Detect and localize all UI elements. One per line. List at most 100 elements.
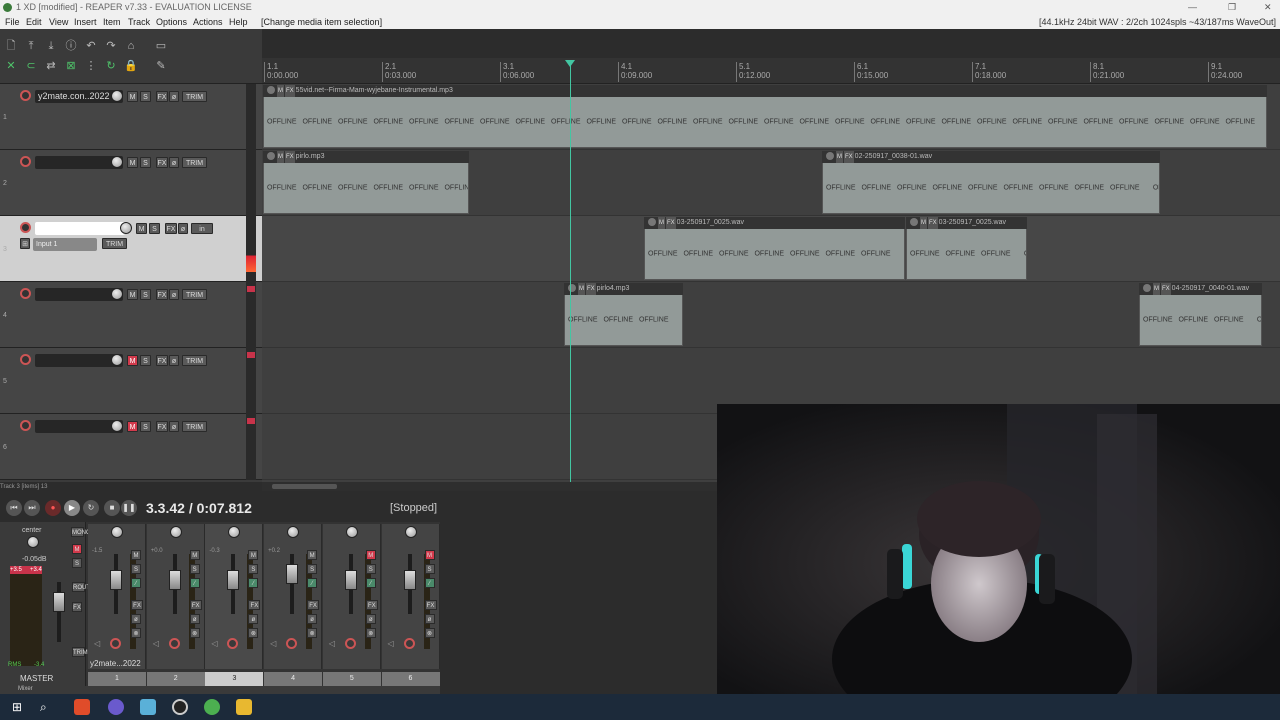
search-icon[interactable]: ⌕	[40, 699, 56, 715]
phase-button[interactable]: ø	[131, 614, 141, 624]
media-item-header[interactable]: M FX 03-250917_0025.wav	[644, 217, 905, 229]
volume-fader[interactable]	[286, 564, 299, 584]
volume-knob[interactable]	[111, 156, 123, 168]
solo-button[interactable]: S	[149, 223, 160, 234]
media-item[interactable]: M FX 03-250917_0025.wav OFFLINE OFFLINE OFFLI…	[644, 217, 905, 280]
trim-button[interactable]: TRIM	[182, 91, 207, 102]
open-project-icon[interactable]: ⤒	[24, 39, 38, 53]
strip-number[interactable]: 1	[88, 672, 146, 686]
record-arm-button[interactable]	[168, 638, 180, 649]
mute-button[interactable]: M	[189, 550, 200, 560]
item-fx-icon[interactable]: FX	[586, 283, 596, 295]
item-mute-icon[interactable]: M	[277, 85, 284, 97]
pause-button[interactable]: ❚❚	[121, 500, 137, 516]
input-monitor-button[interactable]: in	[191, 223, 213, 234]
fx-button[interactable]: FX	[248, 600, 261, 610]
track-name-field[interactable]	[35, 222, 125, 235]
trim-button[interactable]: TRIM	[182, 157, 207, 168]
mute-button[interactable]: M	[136, 223, 147, 234]
volume-knob[interactable]	[111, 354, 123, 366]
fx-button[interactable]: FX	[156, 157, 168, 168]
snap-grid-icon[interactable]: ⋮	[84, 59, 98, 73]
solo-button[interactable]: S	[140, 91, 151, 102]
menu-edit[interactable]: Edit	[26, 15, 42, 29]
media-item-header[interactable]: M FX 02-250917_0038-01.wav	[822, 151, 1160, 163]
master-route-button[interactable]: ROUTE	[72, 582, 94, 592]
strip-number[interactable]: 5	[322, 672, 381, 686]
solo-button[interactable]: S	[140, 421, 151, 432]
item-mute-icon[interactable]: M	[836, 151, 843, 163]
record-arm-button[interactable]	[344, 638, 356, 649]
fx-button[interactable]: FX	[165, 223, 177, 234]
item-mute-icon[interactable]: M	[277, 151, 284, 163]
fx-bypass-button[interactable]: ⊗	[248, 628, 259, 638]
volume-knob[interactable]	[120, 222, 132, 234]
pan-knob[interactable]	[111, 526, 123, 538]
fx-button[interactable]: FX	[156, 289, 168, 300]
item-lock-icon[interactable]	[267, 86, 275, 95]
master-fader[interactable]	[53, 592, 65, 612]
solo-button[interactable]: S	[140, 355, 151, 366]
mute-button[interactable]: M	[424, 550, 435, 560]
record-arm-button[interactable]	[227, 638, 239, 649]
route-button[interactable]: ⁄	[248, 578, 259, 588]
item-fx-icon[interactable]: FX	[285, 85, 295, 97]
volume-knob[interactable]	[111, 420, 123, 432]
windows-start-icon[interactable]: ⊞	[12, 699, 28, 715]
volume-fader[interactable]	[168, 570, 181, 590]
trim-button[interactable]: TRIM	[182, 421, 207, 432]
record-arm-button[interactable]	[286, 638, 298, 649]
record-arm-button[interactable]	[20, 156, 31, 167]
mute-button[interactable]: M	[248, 550, 259, 560]
phase-button[interactable]: ø	[307, 614, 318, 624]
project-settings-icon[interactable]: ⓘ	[64, 39, 78, 53]
item-mute-icon[interactable]: M	[658, 217, 665, 229]
volume-fader[interactable]	[227, 570, 240, 590]
item-fx-icon[interactable]: FX	[844, 151, 854, 163]
loop-icon[interactable]: ↻	[104, 59, 118, 73]
record-arm-button[interactable]	[20, 354, 31, 365]
menu-help[interactable]: Help	[229, 15, 248, 29]
record-arm-button[interactable]	[20, 420, 31, 431]
speaker-icon[interactable]: ◁	[270, 639, 276, 648]
route-button[interactable]: ⁄	[131, 578, 141, 588]
menu-insert[interactable]: Insert	[74, 15, 97, 29]
save-project-icon[interactable]: ⤓	[44, 39, 58, 53]
solo-button[interactable]: S	[365, 564, 376, 574]
solo-button[interactable]: S	[131, 564, 141, 574]
ripple-edit-icon[interactable]: ✕	[4, 59, 18, 73]
route-button[interactable]: ⁄	[424, 578, 435, 588]
record-arm-button[interactable]	[20, 288, 31, 299]
item-lock-icon[interactable]	[648, 218, 656, 227]
pan-knob[interactable]	[287, 526, 300, 538]
reaper-taskbar-icon[interactable]	[172, 699, 188, 715]
trim-tool-icon[interactable]: ✎	[154, 59, 168, 73]
record-arm-button[interactable]	[20, 90, 31, 101]
mute-button[interactable]: M	[127, 91, 138, 102]
play-button[interactable]: ▶	[64, 500, 80, 516]
close-icon[interactable]: ✕	[1264, 0, 1272, 15]
master-fx-button[interactable]: FX	[72, 602, 82, 612]
solo-button[interactable]: S	[424, 564, 435, 574]
brave-browser-icon[interactable]	[74, 699, 90, 715]
track-name-field[interactable]: y2mate.con..2022	[35, 90, 123, 103]
repeat-button[interactable]: ↻	[83, 500, 99, 516]
track-name-field[interactable]	[35, 156, 123, 169]
item-fx-icon[interactable]: FX	[928, 217, 938, 229]
fx-button[interactable]: FX	[365, 600, 378, 610]
phase-button[interactable]: ø	[169, 289, 179, 300]
solo-button[interactable]: S	[140, 157, 151, 168]
track-name-field[interactable]	[35, 420, 123, 433]
pan-knob[interactable]	[228, 526, 241, 538]
phase-button[interactable]: ø	[424, 614, 435, 624]
speaker-icon[interactable]: ◁	[329, 639, 335, 648]
phase-button[interactable]: ø	[169, 355, 179, 366]
mixer-tab[interactable]: Mixer	[0, 686, 440, 694]
media-item-header[interactable]: M FX 04-250917_0040-01.wav	[1139, 283, 1262, 295]
undo-icon[interactable]: ↶	[84, 39, 98, 53]
mixer-strip[interactable]: +0.2 M S ⁄ FX ø ⊗ ◁ 4	[264, 524, 323, 686]
item-mute-icon[interactable]: M	[1153, 283, 1160, 295]
fx-button[interactable]: FX	[131, 600, 143, 610]
auto-crossfade-icon[interactable]: ⊠	[64, 59, 78, 73]
phase-button[interactable]: ø	[248, 614, 259, 624]
